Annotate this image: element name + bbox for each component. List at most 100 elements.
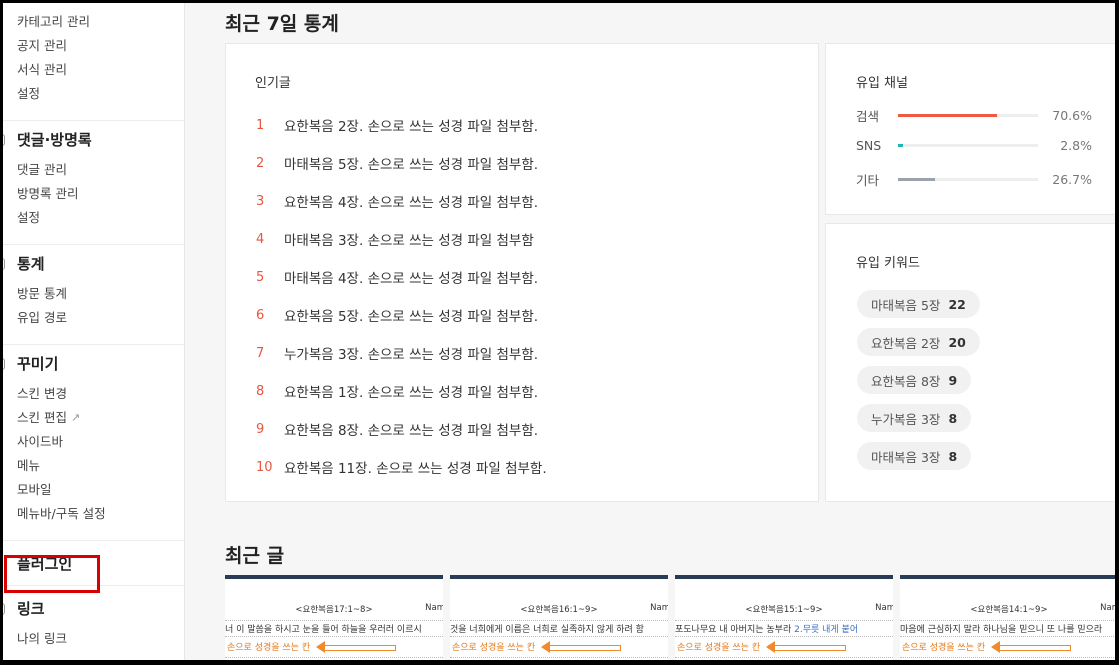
popular-post-item[interactable]: 8 요한복음 1장. 손으로 쓰는 성경 파일 첨부함.: [256, 372, 547, 410]
arrow-left-icon: [541, 640, 622, 653]
thumbnail-name: Nam: [425, 603, 443, 613]
popular-post-rank: 3: [256, 193, 265, 209]
channel-bar: [898, 144, 1038, 147]
keywords-card: 유입 키워드 마태복음 5장 22 요한복음 2장 20 요한복음 8장 9 누가복음 3장…: [825, 223, 1119, 502]
sidebar-item-template[interactable]: 서식 관리: [17, 58, 184, 82]
sidebar-item-comment-manage[interactable]: 댓글 관리: [17, 158, 184, 182]
thumbnail-verse-line: 포도나무요 내 아버지는 농부라 2.무릇 내게 붙어: [675, 620, 893, 637]
recent-post-thumbnail[interactable]: <요한복음17:1~8> Nam 너 이 말씀을 하시고 눈을 들어 하늘을 우러러…: [225, 575, 443, 665]
main-content: 최근 7일 통계 인기글 1 요한복음 2장. 손으로 쓰는 성경 파일 첨부함.…: [185, 0, 1119, 665]
recent-post-thumbnail[interactable]: <요한복음16:1~9> Nam 것을 너희에게 이름은 너희로 실족하지 않게 하…: [450, 575, 668, 665]
sidebar-item-skin-edit-label: 스킨 편집: [17, 410, 67, 425]
sidebar-item-my-link[interactable]: 나의 링크: [17, 627, 184, 651]
channel-bar-fill: [898, 178, 936, 181]
sidebar-group-link: 링크 나의 링크: [0, 586, 184, 665]
sidebar-item-referrer[interactable]: 유입 경로: [17, 306, 184, 330]
recent-post-thumbnail[interactable]: <요한복음14:1~9> Nam 마음에 근심하지 말라 하나님을 믿으니 또 나를…: [900, 575, 1118, 665]
popular-post-title: 누가복음 3장. 손으로 쓰는 성경 파일 첨부함.: [284, 347, 539, 363]
sidebar-item-skin-change[interactable]: 스킨 변경: [17, 382, 184, 406]
popular-post-title: 요한복음 1장. 손으로 쓰는 성경 파일 첨부함.: [284, 385, 539, 401]
sidebar-item-category[interactable]: 카테고리 관리: [17, 10, 184, 34]
popular-post-rank: 7: [256, 345, 265, 361]
arrow-left-icon: [991, 640, 1072, 653]
thumbnail-verse: <요한복음15:1~9>: [745, 605, 823, 615]
sidebar-item-guestbook-manage[interactable]: 방명록 관리: [17, 182, 184, 206]
popular-post-item[interactable]: 7 누가복음 3장. 손으로 쓰는 성경 파일 첨부함.: [256, 334, 547, 372]
stats-icon: [0, 258, 5, 270]
popular-post-title: 요한복음 2장. 손으로 쓰는 성경 파일 첨부함.: [284, 119, 539, 135]
thumbnail-heading: <요한복음17:1~8> Nam: [225, 603, 443, 615]
keyword-count: 22: [948, 296, 966, 312]
sidebar-item-menubar[interactable]: 메뉴바/구독 설정: [17, 502, 184, 526]
keyword-chip[interactable]: 요한복음 2장 20: [857, 328, 980, 356]
sidebar-title-stats[interactable]: 통계: [17, 255, 184, 273]
thumbnail-line-text: 너 이 말씀을 하시고 눈을 들어 하늘을 우러러 이르시: [225, 625, 422, 635]
popular-post-rank: 1: [256, 117, 265, 133]
channel-label: SNS: [856, 138, 882, 153]
link-icon: [0, 603, 5, 615]
stats-section-title: 최근 7일 통계: [225, 13, 339, 35]
popular-post-title: 요한복음 8장. 손으로 쓰는 성경 파일 첨부함.: [284, 423, 539, 439]
popular-post-item[interactable]: 9 요한복음 8장. 손으로 쓰는 성경 파일 첨부함.: [256, 410, 547, 448]
sidebar-item-notice[interactable]: 공지 관리: [17, 34, 184, 58]
popular-post-item[interactable]: 2 마태복음 5장. 손으로 쓰는 성경 파일 첨부함.: [256, 144, 547, 182]
popular-post-item[interactable]: 3 요한복음 4장. 손으로 쓰는 성경 파일 첨부함.: [256, 182, 547, 220]
thumbnail-verse-line: 것을 너희에게 이름은 너희로 실족하지 않게 하려 함: [450, 620, 668, 637]
keyword-text: 요한복음 8장: [871, 373, 941, 389]
channel-bar-fill: [898, 114, 997, 117]
popular-post-rank: 4: [256, 231, 265, 247]
thumbnail-line-text: 마음에 근심하지 말라 하나님을 믿으니 또 나를 믿으라: [900, 625, 1103, 635]
arrow-left-icon: [316, 640, 397, 653]
channel-row: 검색 70.6%: [856, 106, 1096, 125]
sidebar-title-comments[interactable]: 댓글·방명록: [17, 131, 184, 149]
thumbnail-verse-line: 마음에 근심하지 말라 하나님을 믿으니 또 나를 믿으라: [900, 620, 1118, 637]
popular-post-item[interactable]: 4 마태복음 3장. 손으로 쓰는 성경 파일 첨부함: [256, 220, 547, 258]
sidebar-item-comment-settings[interactable]: 설정: [17, 206, 184, 230]
popular-post-item[interactable]: 10 요한복음 11장. 손으로 쓰는 성경 파일 첨부함.: [256, 448, 547, 486]
channel-label: 기타: [856, 173, 880, 188]
popular-post-item[interactable]: 6 요한복음 5장. 손으로 쓰는 성경 파일 첨부함.: [256, 296, 547, 334]
keyword-chip[interactable]: 요한복음 8장 9: [857, 366, 972, 394]
popular-post-item[interactable]: 1 요한복음 2장. 손으로 쓰는 성경 파일 첨부함.: [256, 106, 547, 144]
thumbnail-write-label: 손으로 성경을 쓰는 칸: [227, 643, 311, 653]
channel-bar: [898, 178, 1038, 181]
popular-post-title: 마태복음 5장. 손으로 쓰는 성경 파일 첨부함.: [284, 157, 539, 173]
sidebar-item-mobile[interactable]: 모바일: [17, 478, 184, 502]
thumbnail-verse-line: 너 이 말씀을 하시고 눈을 들어 하늘을 우러러 이르시: [225, 620, 443, 637]
popular-post-item[interactable]: 5 마태복음 4장. 손으로 쓰는 성경 파일 첨부함.: [256, 258, 547, 296]
popular-posts-title: 인기글: [255, 76, 291, 91]
plugin-highlight-box: [4, 555, 100, 593]
popular-posts-list: 1 요한복음 2장. 손으로 쓰는 성경 파일 첨부함. 2 마태복음 5장. 손으로…: [256, 106, 547, 486]
keyword-chip[interactable]: 마태복음 5장 22: [857, 290, 980, 318]
channel-bar: [898, 114, 1038, 117]
sidebar-item-settings[interactable]: 설정: [17, 82, 184, 106]
recent-post-thumbnail[interactable]: <요한복음15:1~9> Nam 포도나무요 내 아버지는 농부라 2.무릇 내게 …: [675, 575, 893, 665]
popular-post-rank: 5: [256, 269, 265, 285]
sidebar-group-manage: 카테고리 관리 공지 관리 서식 관리 설정: [0, 0, 184, 121]
channel-label: 검색: [856, 109, 880, 124]
thumbnail-heading: <요한복음16:1~9> Nam: [450, 603, 668, 615]
recent-posts-thumbnails: <요한복음17:1~8> Nam 너 이 말씀을 하시고 눈을 들어 하늘을 우러러…: [225, 575, 1119, 665]
sidebar: 카테고리 관리 공지 관리 서식 관리 설정 댓글·방명록 댓글 관리 방명록 …: [0, 0, 185, 665]
thumbnail-line-text: 포도나무요 내 아버지는 농부라: [675, 625, 792, 635]
thumbnail-verse: <요한복음14:1~9>: [970, 605, 1048, 615]
keyword-count: 20: [948, 334, 966, 350]
sidebar-title-link[interactable]: 링크: [17, 600, 184, 618]
popular-posts-card: 인기글 1 요한복음 2장. 손으로 쓰는 성경 파일 첨부함. 2 마태복음 5장.…: [225, 43, 819, 502]
thumbnail-bottom-line: 이니라 가지는 아버지께서 그것을 제거해 버리시고: [675, 657, 893, 665]
keyword-text: 요한복음 2장: [871, 335, 941, 351]
popular-post-rank: 9: [256, 421, 265, 437]
keyword-count: 9: [948, 372, 958, 388]
brush-icon: [0, 358, 5, 370]
sidebar-item-sidebar[interactable]: 사이드바: [17, 430, 184, 454]
sidebar-item-visit-stats[interactable]: 방문 통계: [17, 282, 184, 306]
keyword-chip[interactable]: 마태복음 3장 8: [857, 442, 972, 470]
thumbnail-bottom-line: 내 아버지 집에 거할 곳이 많도다 그렇지 않으면: [900, 657, 1118, 665]
keyword-chip[interactable]: 누가복음 3장 8: [857, 404, 972, 432]
sidebar-item-menu[interactable]: 메뉴: [17, 454, 184, 478]
popular-post-title: 마태복음 4장. 손으로 쓰는 성경 파일 첨부함.: [284, 271, 539, 287]
channel-row: SNS 2.8%: [856, 138, 1096, 153]
sidebar-item-skin-edit[interactable]: 스킨 편집 ↗: [17, 406, 184, 430]
channel-value: 70.6%: [1052, 108, 1092, 123]
sidebar-title-decorate[interactable]: 꾸미기: [17, 355, 184, 373]
